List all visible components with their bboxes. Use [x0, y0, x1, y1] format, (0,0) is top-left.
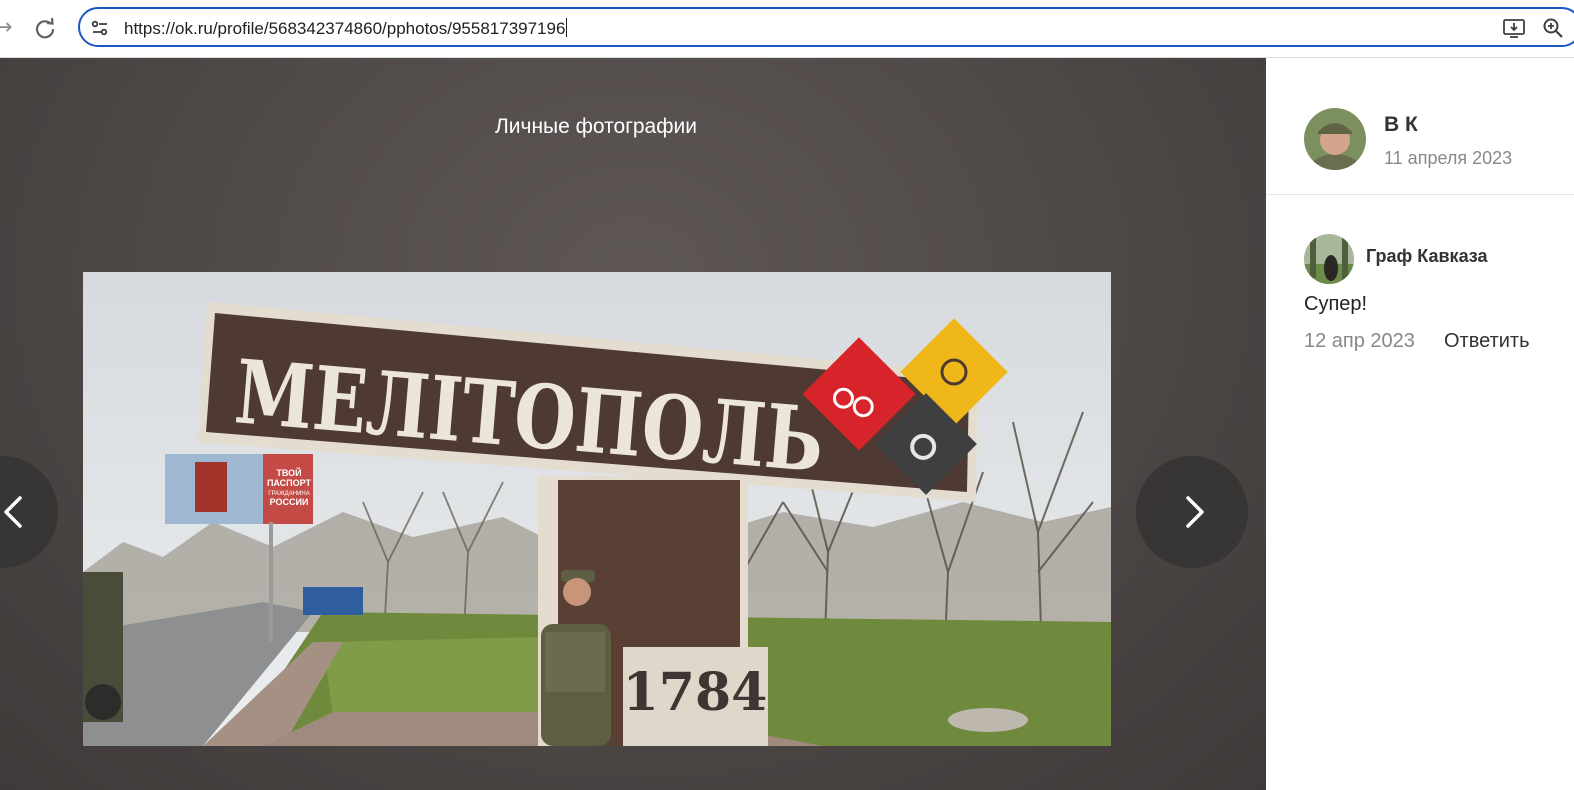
reply-button[interactable]: Ответить — [1444, 330, 1530, 353]
comment-date: 12 апр 2023 — [1304, 330, 1415, 352]
author-avatar[interactable] — [1304, 108, 1366, 170]
billboard-line-1: ТВОЙ — [276, 467, 301, 478]
reload-icon[interactable] — [32, 15, 58, 41]
photo[interactable]: ТВОЙ ПАСПОРТ ГРАЖДАНИНА РОССИИ МЕЛІТОПОЛ… — [83, 272, 1111, 746]
album-title: Личные фотографии — [495, 115, 697, 138]
comment-text: Супер! — [1304, 293, 1368, 315]
avatar-image — [1304, 234, 1354, 284]
text-cursor — [566, 18, 568, 37]
chevron-left-icon — [4, 496, 22, 528]
zoom-icon[interactable] — [1542, 17, 1564, 39]
install-app-icon[interactable] — [1502, 17, 1526, 39]
forward-icon[interactable]: → — [0, 17, 14, 39]
billboard-line-4: РОССИИ — [270, 497, 309, 507]
url-value: https://ok.ru/profile/568342374860/pphot… — [124, 19, 566, 38]
next-photo-button[interactable] — [1136, 456, 1248, 568]
photo-details-panel: В К 11 апреля 2023 Граф Кавказа Супер! 1… — [1266, 58, 1574, 790]
site-settings-icon[interactable] — [91, 19, 109, 37]
photo-date: 11 апреля 2023 — [1384, 148, 1513, 168]
billboard-line-2: ПАСПОРТ — [267, 478, 312, 488]
photo-image: ТВОЙ ПАСПОРТ ГРАЖДАНИНА РОССИИ МЕЛІТОПОЛ… — [83, 272, 1111, 746]
sign-year: 1784 — [623, 662, 768, 723]
comment-author[interactable]: Граф Кавказа — [1366, 246, 1488, 267]
url-input[interactable]: https://ok.ru/profile/568342374860/pphot… — [124, 18, 568, 39]
avatar-image — [1304, 108, 1366, 170]
author-block: В К 11 апреля 2023 — [1266, 58, 1574, 195]
browser-toolbar: → https://ok.ru/profile/568342374860/pph… — [0, 0, 1574, 58]
previous-photo-button[interactable] — [0, 456, 58, 568]
photo-viewer: Личные фотографии ТВОЙ ПАСПОРТ ГРАЖДАНИН… — [0, 58, 1266, 790]
chevron-right-icon — [1186, 496, 1204, 528]
address-bar[interactable]: https://ok.ru/profile/568342374860/pphot… — [78, 7, 1574, 47]
author-name[interactable]: В К — [1384, 113, 1418, 137]
commenter-avatar[interactable] — [1304, 234, 1354, 284]
